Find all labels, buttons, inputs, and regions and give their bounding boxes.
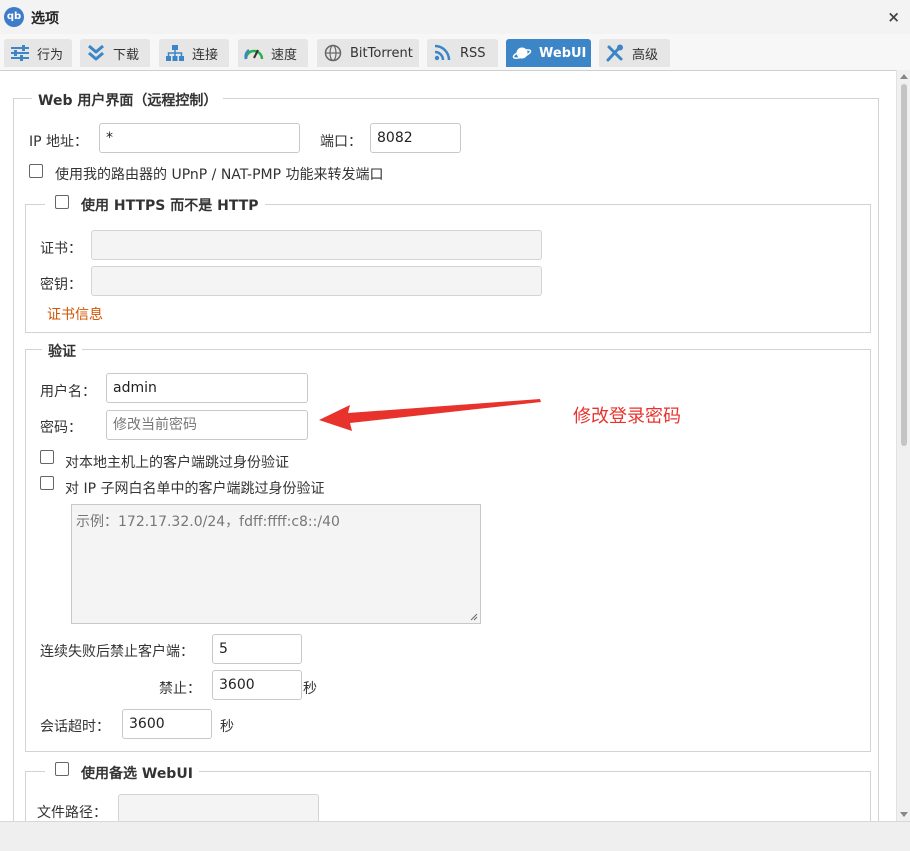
annotation-arrow-icon — [319, 399, 541, 431]
tab-label: 行为 — [37, 47, 64, 63]
webui-legend: Web 用户界面（远程控制） — [32, 90, 224, 110]
resize-grip-icon[interactable] — [470, 613, 478, 621]
https-legend: 使用 HTTPS 而不是 HTTP — [81, 198, 259, 214]
subnet-whitelist-textarea[interactable]: 示例：172.17.32.0/24，fdff:ffff:c8::/40 — [71, 504, 481, 624]
tab-label: 高级 — [632, 47, 659, 63]
tab-bar: 行为 下载 连接 速度 BitTorrent RSS WebUI 高级 — [0, 34, 910, 71]
key-input[interactable] — [91, 266, 542, 296]
ip-address-input[interactable]: * — [99, 123, 300, 153]
bypass-subnet-label: 对 IP 子网白名单中的客户端跳过身份验证 — [65, 481, 325, 497]
globe-icon — [324, 44, 342, 62]
tab-label: RSS — [460, 45, 486, 61]
scrollbar-thumb[interactable] — [901, 84, 907, 446]
scroll-up-icon[interactable] — [900, 74, 908, 79]
password-input[interactable]: 修改当前密码 — [106, 410, 308, 440]
tab-speed[interactable]: 速度 — [238, 39, 308, 67]
speedometer-icon — [244, 48, 264, 60]
ban-label: 禁止： — [159, 681, 201, 697]
alt-webui-legend: 使用备选 WebUI — [81, 766, 193, 782]
auth-legend: 验证 — [42, 341, 82, 361]
dialog-footer — [0, 821, 910, 851]
sliders-icon — [11, 45, 29, 61]
key-label: 密钥： — [40, 277, 82, 293]
tab-behavior[interactable]: 行为 — [4, 39, 72, 67]
tab-label: WebUI — [539, 45, 587, 61]
webui-planet-icon — [512, 47, 532, 59]
bypass-subnet-checkbox[interactable] — [40, 476, 54, 490]
certificate-info-link[interactable]: 证书信息 — [47, 304, 103, 324]
annotation-text: 修改登录密码 — [573, 406, 681, 427]
tools-icon — [606, 44, 623, 62]
ban-duration-input[interactable]: 3600 — [212, 670, 302, 700]
password-label: 密码： — [40, 420, 82, 436]
session-timeout-input[interactable]: 3600 — [122, 709, 212, 739]
bypass-local-label: 对本地主机上的客户端跳过身份验证 — [65, 455, 289, 471]
https-legend-wrap: 使用 HTTPS 而不是 HTTP — [45, 195, 265, 215]
username-input[interactable]: admin — [106, 373, 308, 403]
tab-label: 连接 — [192, 47, 219, 63]
scroll-down-icon[interactable] — [900, 812, 908, 817]
ban-unit: 秒 — [303, 681, 317, 697]
port-input[interactable]: 8082 — [370, 123, 461, 153]
tab-webui[interactable]: WebUI — [506, 39, 591, 67]
port-label: 端口： — [320, 134, 362, 150]
rss-icon — [434, 44, 451, 61]
max-fail-label: 连续失败后禁止客户端： — [40, 644, 194, 660]
tab-advanced[interactable]: 高级 — [599, 39, 670, 67]
upnp-checkbox[interactable] — [29, 164, 43, 178]
certificate-label: 证书： — [40, 241, 82, 257]
tab-rss[interactable]: RSS — [427, 39, 498, 67]
bypass-local-checkbox[interactable] — [40, 450, 54, 464]
qbittorrent-logo-icon: qb — [4, 7, 24, 27]
close-icon[interactable]: × — [887, 8, 900, 26]
title-bar: qb 选项 × — [0, 0, 910, 35]
file-path-label: 文件路径： — [37, 805, 107, 821]
session-timeout-label: 会话超时： — [40, 719, 110, 735]
upnp-label: 使用我的路由器的 UPnP / NAT-PMP 功能来转发端口 — [55, 167, 384, 183]
tab-label: 下载 — [113, 47, 140, 63]
tab-label: BitTorrent — [350, 45, 413, 61]
session-timeout-unit: 秒 — [220, 719, 234, 735]
username-label: 用户名： — [40, 384, 96, 400]
https-checkbox[interactable] — [55, 195, 69, 209]
tab-downloads[interactable]: 下载 — [80, 39, 150, 67]
vertical-scrollbar[interactable] — [896, 70, 910, 821]
subnet-placeholder: 示例：172.17.32.0/24，fdff:ffff:c8::/40 — [76, 514, 340, 530]
ip-address-label: IP 地址： — [29, 134, 89, 150]
window-title: 选项 — [31, 11, 59, 27]
file-path-input[interactable] — [118, 794, 319, 824]
tab-label: 速度 — [271, 47, 298, 63]
certificate-input[interactable] — [91, 230, 542, 260]
network-icon — [166, 45, 184, 61]
tab-connection[interactable]: 连接 — [159, 39, 229, 67]
max-fail-input[interactable]: 5 — [212, 634, 302, 664]
tab-bittorrent[interactable]: BitTorrent — [317, 39, 419, 67]
alt-webui-checkbox[interactable] — [55, 762, 69, 776]
download-chevrons-icon — [88, 44, 104, 61]
